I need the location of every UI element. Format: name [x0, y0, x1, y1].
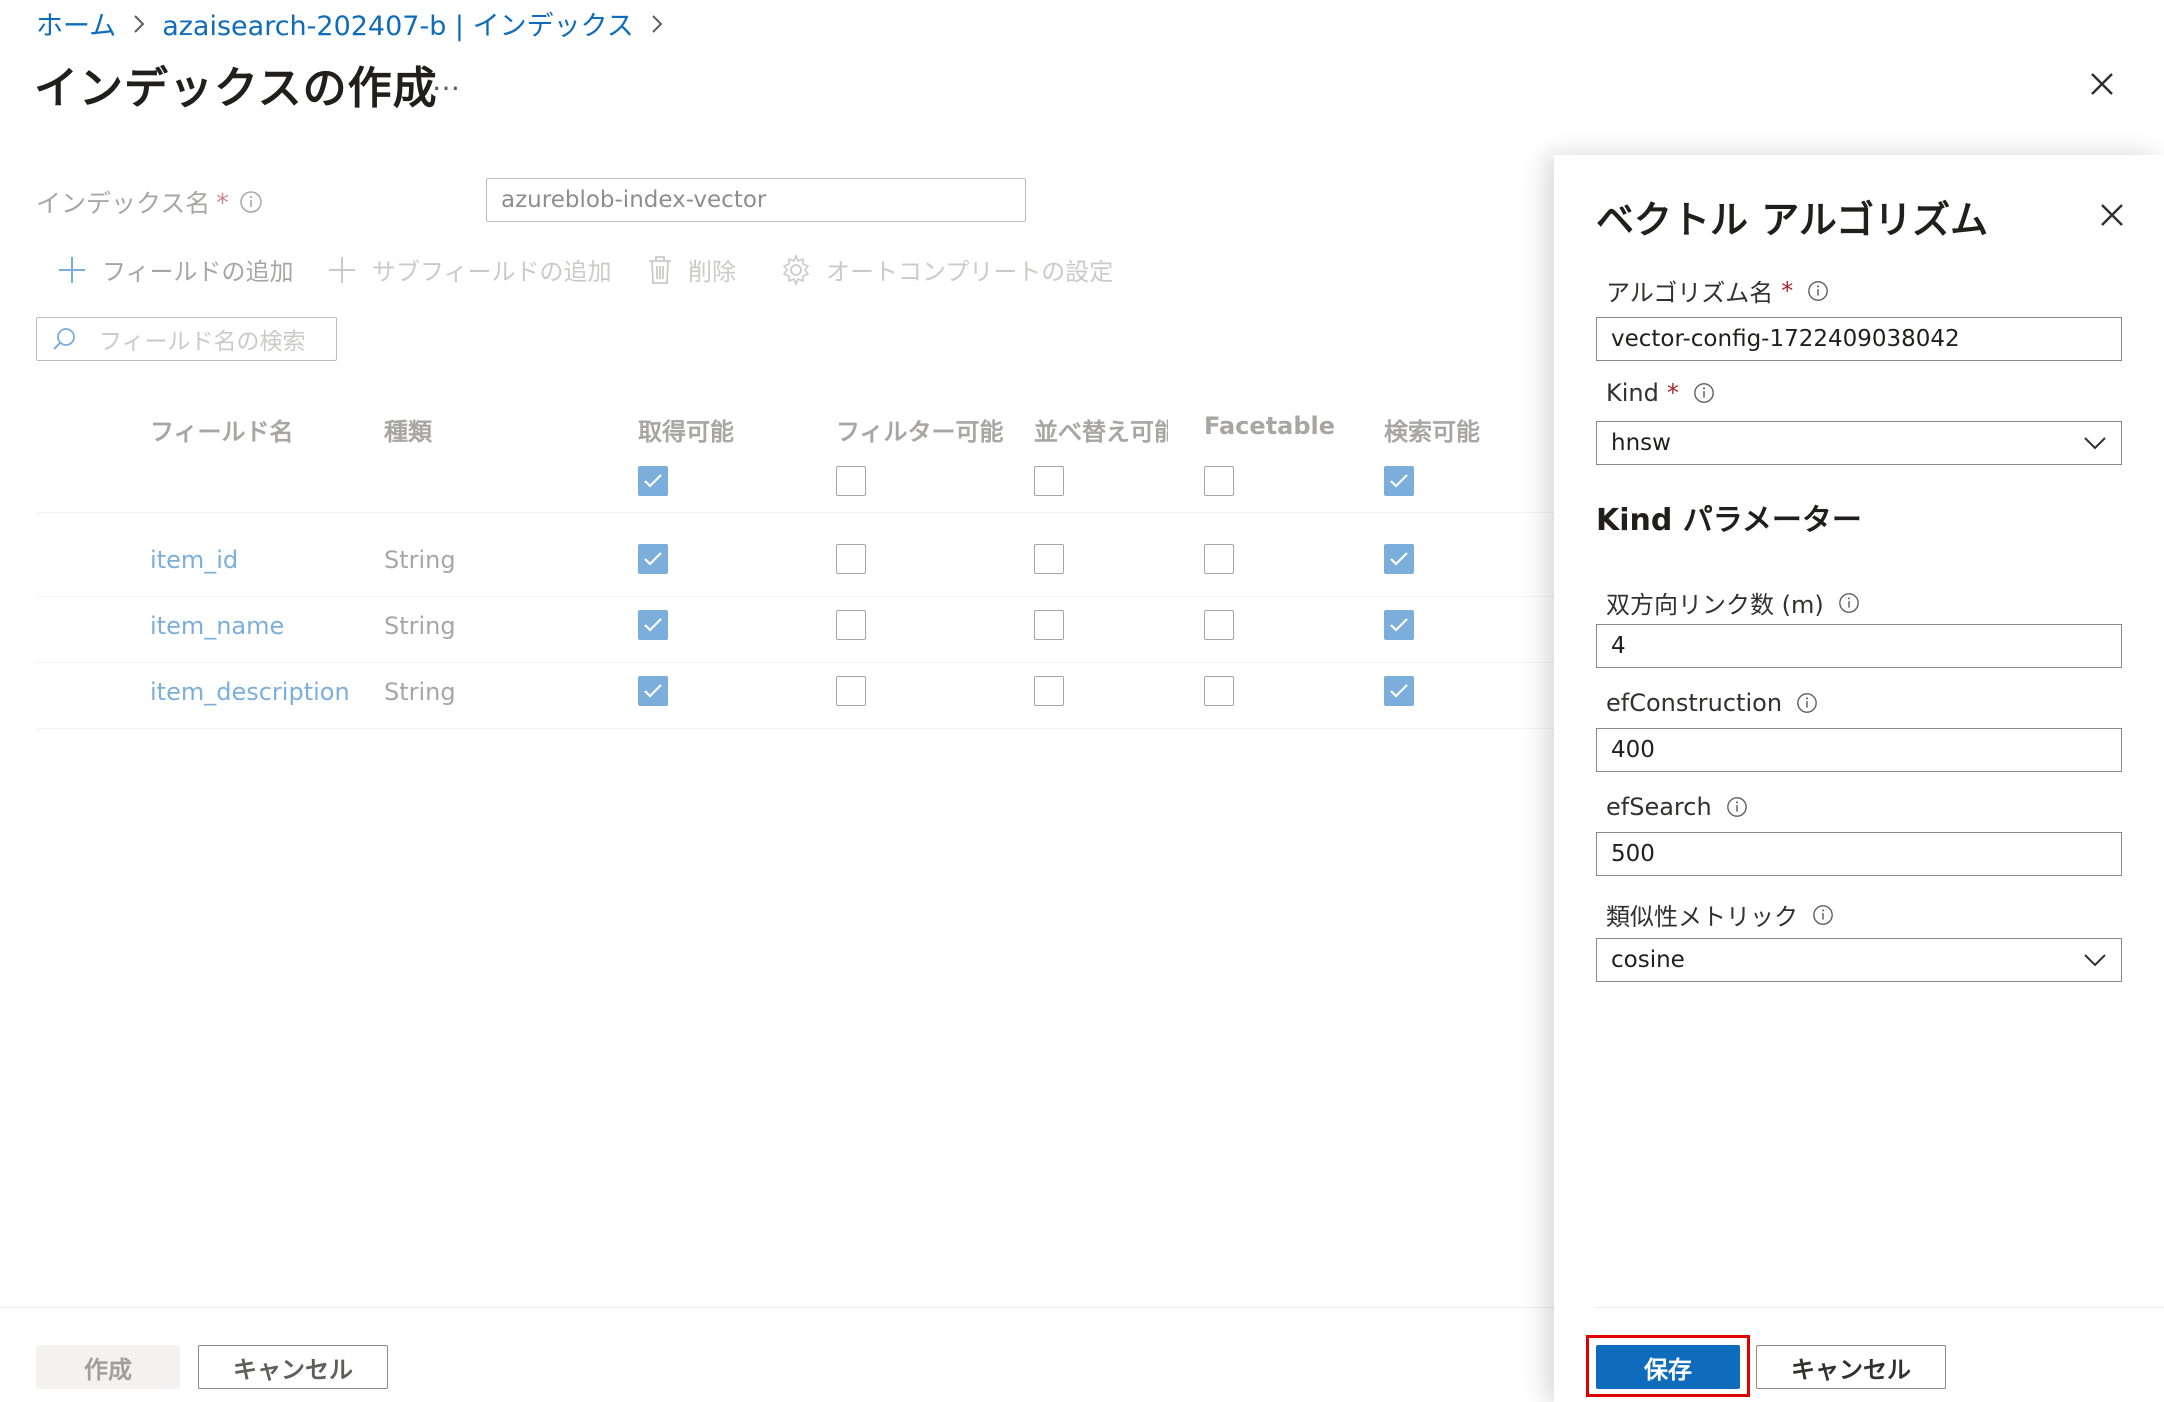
info-icon[interactable] — [1693, 382, 1715, 404]
header-checkbox-searchable[interactable] — [1384, 466, 1414, 496]
delete-button[interactable]: 削除 — [646, 252, 736, 287]
search-icon — [51, 326, 77, 352]
index-name-label: インデックス名 * — [36, 184, 263, 220]
close-icon — [2091, 73, 2113, 95]
info-icon[interactable] — [1726, 796, 1748, 818]
column-header-name[interactable]: フィールド名 — [150, 412, 294, 447]
checkbox-filterable[interactable] — [836, 676, 866, 706]
checkbox-retrievable[interactable] — [638, 610, 668, 640]
footer-divider — [0, 1307, 1554, 1308]
m-input[interactable]: 4 — [1596, 624, 2122, 668]
field-type: String — [384, 546, 456, 574]
checkbox-searchable[interactable] — [1384, 676, 1414, 706]
similarity-metric-dropdown[interactable]: cosine — [1596, 938, 2122, 982]
checkbox-filterable[interactable] — [836, 610, 866, 640]
column-header-sortable[interactable]: 並べ替え可能 — [1034, 412, 1168, 447]
checkmark-icon — [644, 552, 662, 566]
chevron-right-icon — [132, 13, 146, 35]
algorithm-name-label: アルゴリズム名 * — [1606, 273, 1829, 308]
breadcrumb-service[interactable]: azaisearch-202407-b | インデックス — [162, 4, 634, 43]
checkmark-icon — [1390, 474, 1408, 488]
checkbox-retrievable[interactable] — [638, 676, 668, 706]
checkmark-icon — [644, 684, 662, 698]
cancel-button[interactable]: キャンセル — [198, 1345, 388, 1389]
vector-algorithm-panel: ベクトル アルゴリズム アルゴリズム名 * vector-config-1722… — [1554, 155, 2164, 1402]
column-header-searchable[interactable]: 検索可能 — [1384, 412, 1480, 447]
info-icon[interactable] — [1812, 904, 1834, 926]
checkbox-searchable[interactable] — [1384, 610, 1414, 640]
field-name-link[interactable]: item_id — [150, 546, 238, 574]
checkmark-icon — [1390, 552, 1408, 566]
close-blade-button[interactable] — [2082, 64, 2122, 104]
add-icon — [56, 254, 88, 286]
header-checkbox-facetable[interactable] — [1204, 466, 1234, 496]
info-icon[interactable] — [1796, 692, 1818, 714]
kind-dropdown[interactable]: hnsw — [1596, 421, 2122, 465]
add-icon — [326, 254, 358, 286]
checkbox-facetable[interactable] — [1204, 676, 1234, 706]
checkmark-icon — [644, 618, 662, 632]
checkbox-retrievable[interactable] — [638, 544, 668, 574]
breadcrumb-home[interactable]: ホーム — [36, 4, 116, 43]
field-type: String — [384, 678, 456, 706]
more-options-button[interactable]: … — [432, 64, 460, 97]
info-icon[interactable] — [239, 190, 263, 214]
similarity-metric-label: 類似性メトリック — [1606, 897, 1834, 932]
autocomplete-settings-button[interactable]: オートコンプリートの設定 — [780, 252, 1113, 287]
efsearch-label: efSearch — [1606, 793, 1748, 821]
column-header-retrievable[interactable]: 取得可能 — [638, 412, 734, 447]
header-checkbox-sortable[interactable] — [1034, 466, 1064, 496]
field-name-link[interactable]: item_description — [150, 678, 350, 706]
chevron-down-icon — [2083, 952, 2107, 968]
checkbox-filterable[interactable] — [836, 544, 866, 574]
header-checkbox-filterable[interactable] — [836, 466, 866, 496]
checkbox-sortable[interactable] — [1034, 610, 1064, 640]
checkbox-facetable[interactable] — [1204, 544, 1234, 574]
checkbox-sortable[interactable] — [1034, 544, 1064, 574]
chevron-right-icon — [650, 13, 664, 35]
breadcrumb: ホーム azaisearch-202407-b | インデックス — [36, 4, 680, 43]
close-panel-button[interactable] — [2092, 195, 2132, 235]
row-divider — [36, 662, 1554, 663]
index-name-input[interactable]: azureblob-index-vector — [486, 178, 1026, 222]
checkbox-searchable[interactable] — [1384, 544, 1414, 574]
add-field-button[interactable]: フィールドの追加 — [56, 252, 294, 287]
panel-title: ベクトル アルゴリズム — [1596, 198, 1989, 242]
algorithm-name-input[interactable]: vector-config-1722409038042 — [1596, 317, 2122, 361]
save-button[interactable]: 保存 — [1596, 1345, 1740, 1389]
checkmark-icon — [644, 474, 662, 488]
row-divider — [36, 596, 1554, 597]
create-button[interactable]: 作成 — [36, 1345, 180, 1389]
column-header-filterable[interactable]: フィルター可能 — [836, 412, 1004, 447]
column-header-type[interactable]: 種類 — [384, 412, 432, 447]
header-checkbox-retrievable[interactable] — [638, 466, 668, 496]
info-icon[interactable] — [1838, 592, 1860, 614]
page-title: インデックスの作成 — [34, 63, 438, 114]
add-subfield-button[interactable]: サブフィールドの追加 — [326, 252, 612, 287]
chevron-down-icon — [2083, 435, 2107, 451]
kind-label: Kind * — [1606, 379, 1715, 407]
panel-cancel-button[interactable]: キャンセル — [1756, 1345, 1946, 1389]
checkbox-sortable[interactable] — [1034, 676, 1064, 706]
close-icon — [2101, 204, 2123, 226]
column-header-facetable[interactable]: Facetable — [1204, 412, 1335, 440]
efconstruction-input[interactable]: 400 — [1596, 728, 2122, 772]
info-icon[interactable] — [1807, 280, 1829, 302]
checkmark-icon — [1390, 618, 1408, 632]
row-divider — [36, 512, 1554, 513]
field-search-input[interactable]: フィールド名の検索 — [36, 317, 337, 361]
panel-footer-divider — [1596, 1307, 2164, 1308]
field-type: String — [384, 612, 456, 640]
gear-icon — [780, 253, 812, 286]
kind-parameters-title: Kind パラメーター — [1596, 503, 1862, 538]
checkmark-icon — [1390, 684, 1408, 698]
checkbox-facetable[interactable] — [1204, 610, 1234, 640]
m-label: 双方向リンク数 (m) — [1606, 585, 1860, 620]
row-divider — [36, 728, 1554, 729]
efconstruction-label: efConstruction — [1606, 689, 1818, 717]
trash-icon — [646, 254, 674, 286]
efsearch-input[interactable]: 500 — [1596, 832, 2122, 876]
field-name-link[interactable]: item_name — [150, 612, 284, 640]
